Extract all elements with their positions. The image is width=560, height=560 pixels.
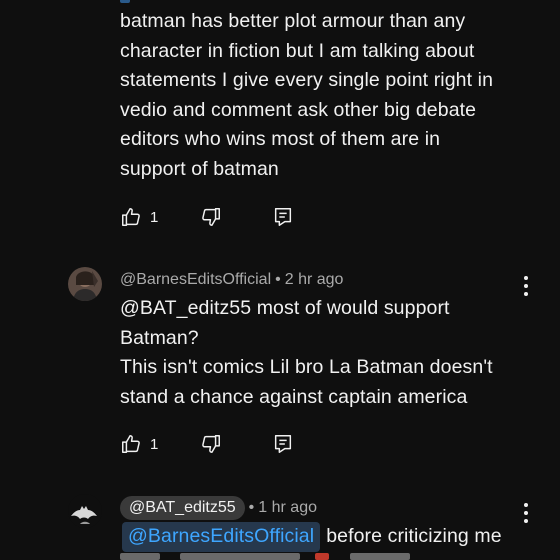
more-vert-icon[interactable] — [522, 276, 530, 296]
comment-text: @BAT_editz55 most of would support Batma… — [120, 294, 540, 412]
thumb-up-icon — [122, 435, 140, 453]
reply-comment-icon — [274, 435, 292, 453]
like-count: 1 — [150, 435, 159, 453]
author-name[interactable]: @BAT_editz55 — [120, 496, 245, 520]
comment-time: 2 hr ago — [284, 271, 344, 288]
thumb-up-icon — [122, 208, 140, 226]
comment-text: batman has better plot armour than any c… — [120, 7, 540, 184]
profile-picture — [68, 494, 102, 528]
comment-text-segment: before criticizing me — [326, 525, 502, 547]
dislike-button[interactable] — [200, 206, 272, 228]
comment-line: vedio and comment ask other big debate — [120, 98, 477, 121]
reply-button[interactable] — [272, 433, 294, 455]
comment-thread: batman has better plot armour than any c… — [0, 0, 560, 560]
avatar[interactable] — [68, 267, 102, 301]
comment-line: character in fiction but I am talking ab… — [120, 39, 475, 62]
comment-line: editors who wins most of them are in — [120, 128, 441, 150]
comment-line: @BAT_editz55 most of would support — [120, 297, 450, 319]
thumb-down-icon — [202, 208, 220, 226]
thumb-down-icon — [202, 435, 220, 453]
like-count: 1 — [150, 208, 159, 226]
mention-fragment — [120, 0, 130, 3]
comment-line: @BarnesEditsOfficial before criticizing m… — [122, 522, 542, 552]
like-button[interactable]: 1 — [120, 206, 200, 228]
profile-picture — [68, 267, 102, 301]
like-button[interactable]: 1 — [120, 433, 200, 455]
author-name[interactable]: @BarnesEditsOfficial — [120, 271, 271, 289]
comment-line: batman has better plot armour than any — [120, 10, 466, 32]
comment-text: @BarnesEditsOfficial before criticizing m… — [122, 522, 542, 552]
comment-line: stand a chance against captain america — [120, 385, 468, 408]
comment-line: This isn't comics Lil bro La Batman does… — [120, 356, 493, 378]
meta-separator: • — [248, 499, 255, 516]
avatar[interactable] — [68, 494, 102, 528]
comment-actions: 1 — [120, 432, 294, 456]
more-vert-icon[interactable] — [522, 503, 530, 523]
comment-line: statements I give every single point rig… — [120, 69, 494, 91]
cut-off-line — [120, 553, 540, 560]
meta-separator: • — [275, 271, 281, 288]
comment-meta: @BarnesEditsOfficial • 2 hr ago — [120, 271, 343, 289]
mention-link[interactable]: @BarnesEditsOfficial — [122, 522, 321, 552]
comment-time: 1 hr ago — [258, 499, 317, 516]
comment-meta: @BAT_editz55 • 1 hr ago — [120, 496, 317, 520]
dislike-button[interactable] — [200, 433, 272, 455]
comment-actions: 1 — [120, 205, 294, 229]
comment-line: support of batman — [120, 157, 279, 180]
reply-button[interactable] — [272, 206, 294, 228]
reply-comment-icon — [274, 208, 292, 226]
comment-line: Batman? — [120, 326, 199, 349]
